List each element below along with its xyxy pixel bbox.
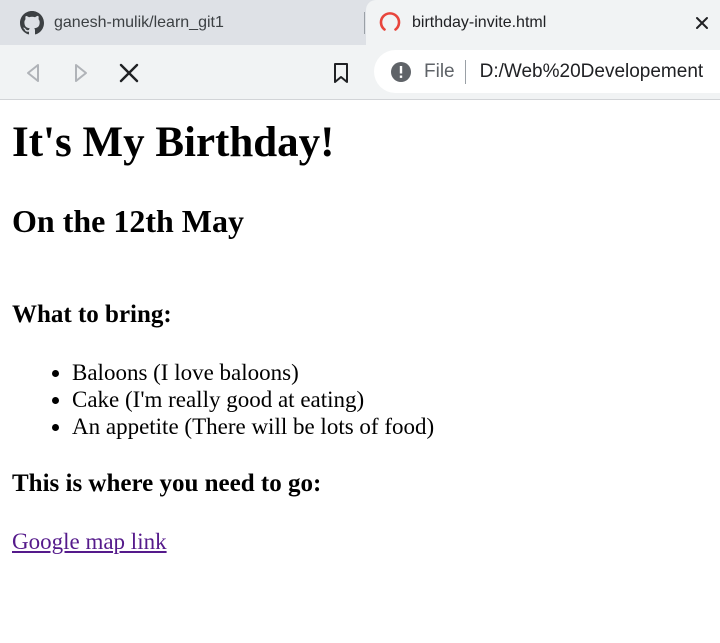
close-icon bbox=[696, 17, 708, 29]
page-title: It's My Birthday! bbox=[12, 119, 335, 166]
list-item: An appetite (There will be lots of food) bbox=[72, 413, 434, 440]
close-tab-button[interactable] bbox=[690, 11, 714, 35]
stop-x-icon bbox=[119, 63, 139, 83]
forward-arrow-icon bbox=[75, 64, 87, 82]
url-text[interactable]: D:/Web%20Developement bbox=[480, 61, 704, 83]
bookmark-button[interactable] bbox=[326, 58, 356, 88]
tab-separator bbox=[364, 12, 365, 34]
what-to-bring-heading: What to bring: bbox=[12, 301, 172, 328]
bring-list: Baloons (I love baloons) Cake (I'm reall… bbox=[72, 359, 434, 440]
bookmark-icon bbox=[334, 63, 348, 83]
list-item: Baloons (I love baloons) bbox=[72, 359, 434, 386]
forward-button[interactable] bbox=[66, 58, 96, 88]
page-content: It's My Birthday! On the 12th May What t… bbox=[0, 101, 720, 643]
address-divider bbox=[464, 59, 466, 84]
directions-heading: This is where you need to go: bbox=[12, 470, 322, 497]
file-scheme-label: File bbox=[424, 60, 455, 82]
stop-loading-button[interactable] bbox=[114, 58, 144, 88]
tab-title: ganesh-mulik/learn_git1 bbox=[54, 13, 224, 31]
list-item: Cake (I'm really good at eating) bbox=[72, 386, 434, 413]
back-button[interactable] bbox=[18, 58, 48, 88]
tab-strip: ganesh-mulik/learn_git1 birthday-invite.… bbox=[0, 0, 720, 45]
google-map-link[interactable]: Google map link bbox=[12, 528, 167, 556]
back-arrow-icon bbox=[27, 64, 39, 82]
browser-toolbar: File D:/Web%20Developement bbox=[0, 45, 720, 100]
date-heading: On the 12th May bbox=[12, 203, 244, 239]
github-icon bbox=[20, 10, 44, 34]
tab-title: birthday-invite.html bbox=[412, 13, 547, 31]
loading-spinner-icon bbox=[379, 11, 401, 31]
tab-birthday-invite[interactable]: birthday-invite.html bbox=[366, 0, 720, 45]
info-icon[interactable] bbox=[390, 61, 412, 83]
address-bar[interactable]: File D:/Web%20Developement bbox=[374, 50, 720, 93]
tab-github-repo[interactable]: ganesh-mulik/learn_git1 bbox=[0, 0, 364, 45]
